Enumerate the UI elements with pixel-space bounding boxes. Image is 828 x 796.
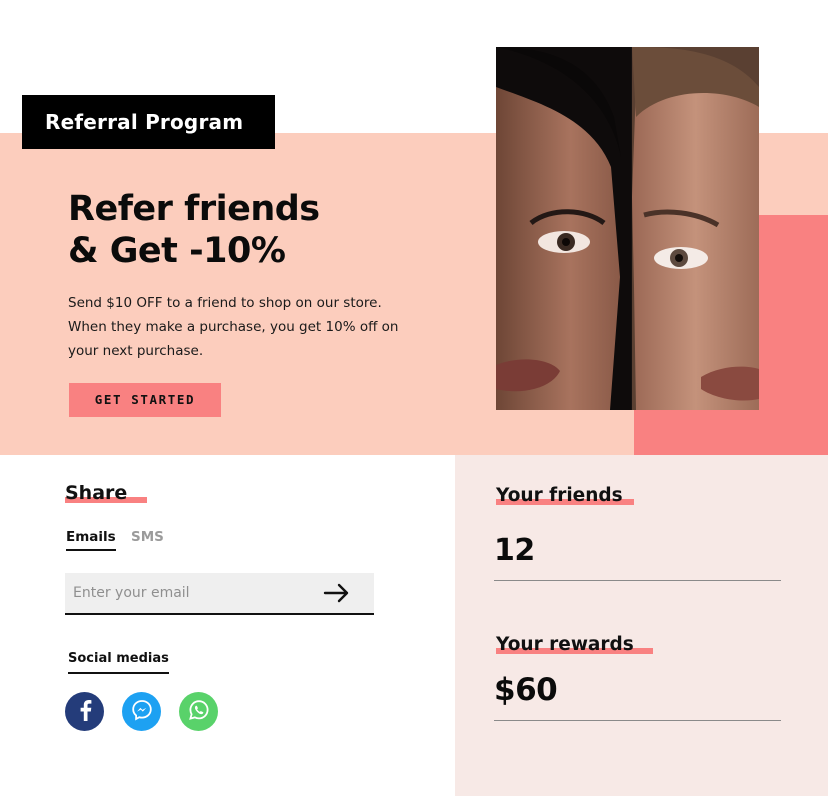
email-input[interactable] [65, 573, 315, 613]
hero-description-line-2: When they make a purchase, you get 10% o… [68, 319, 399, 335]
share-title: Share [65, 482, 148, 504]
messenger-button[interactable] [122, 692, 161, 731]
tab-emails[interactable]: Emails [66, 529, 116, 551]
get-started-button[interactable]: GET STARTED [69, 383, 221, 417]
hero-title-line-1: Refer friends [68, 189, 320, 229]
hero-photo [496, 47, 759, 410]
social-medias-title: Social medias [68, 651, 169, 674]
hero-description-line-3: your next purchase. [68, 343, 204, 359]
friends-count: 12 [494, 533, 535, 568]
friends-label: Your friends [496, 485, 634, 506]
arrow-right-icon[interactable] [323, 581, 351, 605]
rewards-divider [494, 720, 781, 721]
facebook-button[interactable] [65, 692, 104, 731]
messenger-icon [131, 699, 153, 725]
facebook-icon [75, 699, 95, 725]
two-women-portrait-image [496, 47, 759, 410]
referral-program-tag: Referral Program [22, 95, 275, 149]
stats-panel [455, 455, 828, 796]
tab-sms[interactable]: SMS [131, 529, 164, 545]
hero-title-line-2: & Get -10% [68, 231, 286, 271]
whatsapp-button[interactable] [179, 692, 218, 731]
rewards-label: Your rewards [496, 634, 653, 655]
email-form [65, 573, 374, 615]
whatsapp-icon [188, 699, 210, 725]
hero-description-line-1: Send $10 OFF to a friend to shop on our … [68, 295, 382, 311]
hero-description: Send $10 OFF to a friend to shop on our … [68, 291, 428, 363]
friends-divider [494, 580, 781, 581]
rewards-amount: $60 [494, 672, 558, 708]
hero-title: Refer friends & Get -10% [68, 188, 320, 272]
